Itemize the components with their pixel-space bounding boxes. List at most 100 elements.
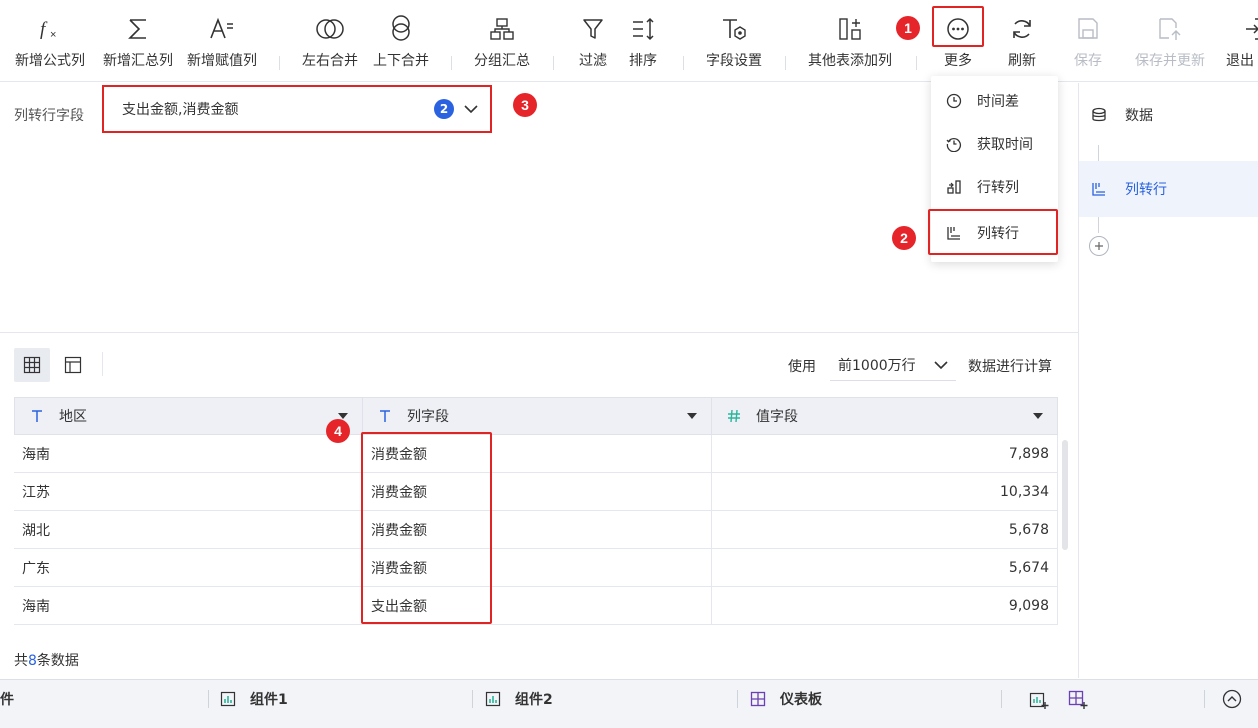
tab-component2[interactable]: 组件2 — [485, 680, 553, 718]
toolbar-separator — [916, 56, 917, 70]
step-badge-4: 4 — [326, 419, 350, 443]
save-and-update-button[interactable]: 保存并更新 — [1128, 0, 1212, 82]
save-label: 保存 — [1074, 53, 1102, 69]
save-update-icon — [1157, 0, 1183, 44]
table-row[interactable]: 广东 消费金额 5,674 — [14, 549, 1058, 587]
toolbar-separator — [451, 56, 452, 70]
tab-separator — [208, 690, 209, 708]
save-button[interactable]: 保存 — [1066, 0, 1110, 82]
table-row[interactable]: 海南 消费金额 7,898 — [14, 435, 1058, 473]
column-header-column-field[interactable]: 列字段 — [363, 397, 712, 435]
add-assign-column-label: 新增赋值列 — [187, 53, 257, 69]
tab-component2-label: 组件2 — [515, 692, 553, 708]
calc-label: 数据进行计算 — [968, 359, 1052, 375]
column-to-row-field-select[interactable]: 支出金额,消费金额 2 — [102, 85, 492, 133]
table-row[interactable]: 江苏 消费金额 10,334 — [14, 473, 1058, 511]
bottom-tab-bar: 件 组件1 组件2 仪表板 — [0, 679, 1258, 728]
plus-icon — [1095, 242, 1103, 250]
field-settings-icon — [720, 0, 748, 44]
more-highlight-box — [932, 6, 984, 47]
database-icon — [1089, 107, 1109, 123]
data-table: 地区 列字段 值字段 海南 消费金额 7,898 江苏 消费金额 10,334 … — [14, 397, 1058, 627]
add-component-button[interactable] — [1029, 690, 1049, 710]
column-to-row-icon — [1089, 181, 1109, 197]
refresh-button[interactable]: 刷新 — [1000, 0, 1044, 82]
table-scrollbar[interactable] — [1062, 440, 1068, 550]
merge-vertical-button[interactable]: 上下合并 — [366, 0, 436, 82]
collapse-button[interactable] — [1222, 689, 1242, 709]
cell-region: 湖北 — [14, 511, 363, 548]
caret-down-icon[interactable] — [1033, 413, 1043, 419]
svg-text:×: × — [50, 29, 56, 41]
column-header-label: 列字段 — [407, 409, 449, 425]
merge-horizontal-button[interactable]: 左右合并 — [294, 0, 366, 82]
text-type-icon — [29, 409, 45, 423]
add-summary-column-label: 新增汇总列 — [103, 53, 173, 69]
save-icon — [1076, 0, 1100, 44]
menu-item-get-time[interactable]: 获取时间 — [931, 123, 1058, 165]
sort-button[interactable]: 排序 — [620, 0, 666, 82]
add-summary-column-button[interactable]: 新增汇总列 — [96, 0, 180, 82]
assign-icon — [208, 0, 236, 44]
total-count-text: 共8条数据 — [14, 650, 79, 670]
tab-dashboard[interactable]: 仪表板 — [750, 680, 822, 718]
more-label: 更多 — [944, 53, 972, 69]
layout-view-button[interactable] — [55, 348, 91, 382]
add-dashboard-button[interactable] — [1068, 690, 1088, 710]
chevron-down-icon — [464, 104, 478, 114]
cell-region: 广东 — [14, 549, 363, 586]
menu-item-row-to-column[interactable]: 行转列 — [931, 166, 1058, 208]
caret-down-icon[interactable] — [338, 413, 348, 419]
exit-button[interactable]: 退出 — [1226, 0, 1258, 82]
tab-partial-label: 件 — [0, 692, 14, 708]
tab-partial[interactable]: 件 — [0, 680, 14, 718]
column-header-region[interactable]: 地区 — [14, 397, 363, 435]
row-limit-select[interactable]: 前1000万行 — [830, 349, 956, 381]
cell-value-field: 7,898 — [712, 435, 1058, 472]
menu-item-row-to-column-label: 行转列 — [977, 180, 1019, 196]
table-row[interactable]: 海南 支出金额 9,098 — [14, 587, 1058, 625]
grid-view-button[interactable] — [14, 348, 50, 382]
menu-item-time-diff[interactable]: 时间差 — [931, 80, 1058, 122]
step-item-data[interactable]: 数据 — [1079, 87, 1258, 143]
add-step-button[interactable] — [1089, 236, 1109, 256]
cell-value-field: 5,678 — [712, 511, 1058, 548]
sigma-icon — [126, 0, 150, 44]
column-to-row-highlight-box — [928, 209, 1058, 255]
cell-value-field: 9,098 — [712, 587, 1058, 624]
layout-icon — [64, 356, 82, 374]
group-summary-button[interactable]: 分组汇总 — [466, 0, 538, 82]
cell-region: 海南 — [14, 435, 363, 472]
caret-down-icon[interactable] — [687, 413, 697, 419]
field-settings-button[interactable]: 字段设置 — [698, 0, 770, 82]
fx-icon: f × — [37, 0, 63, 44]
column-header-value-field[interactable]: 值字段 — [712, 397, 1058, 435]
merge-horizontal-icon — [315, 0, 345, 44]
sort-label: 排序 — [629, 53, 657, 69]
field-settings-label: 字段设置 — [706, 53, 762, 69]
add-column-from-other-table-button[interactable]: 其他表添加列 — [800, 0, 900, 82]
tab-component1-label: 组件1 — [250, 692, 288, 708]
toolbar-separator — [279, 56, 280, 70]
row-limit-value: 前1000万行 — [838, 357, 916, 374]
selected-count-badge: 2 — [434, 99, 454, 119]
add-formula-column-button[interactable]: f × 新增公式列 — [8, 0, 92, 82]
refresh-label: 刷新 — [1008, 53, 1036, 69]
toolbar: f × 新增公式列 新增汇总列 新增赋值列 左右合并 上下合并 分组汇总 过滤 … — [0, 0, 1258, 82]
toolbar-separator — [683, 56, 684, 70]
add-assign-column-button[interactable]: 新增赋值列 — [180, 0, 264, 82]
number-type-icon — [726, 409, 742, 423]
tab-component1[interactable]: 组件1 — [220, 680, 288, 718]
add-column-from-other-table-label: 其他表添加列 — [808, 53, 892, 69]
column-header-label: 地区 — [59, 409, 87, 425]
filter-button[interactable]: 过滤 — [570, 0, 616, 82]
tab-separator — [472, 690, 473, 708]
cell-region: 江苏 — [14, 473, 363, 510]
chart-icon — [220, 691, 236, 707]
step-badge-1: 1 — [896, 16, 920, 40]
sort-icon — [630, 0, 656, 44]
table-row[interactable]: 湖北 消费金额 5,678 — [14, 511, 1058, 549]
step-item-column-to-row[interactable]: 列转行 — [1079, 161, 1258, 217]
toolbar-separator — [785, 56, 786, 70]
tab-dashboard-label: 仪表板 — [780, 692, 822, 708]
